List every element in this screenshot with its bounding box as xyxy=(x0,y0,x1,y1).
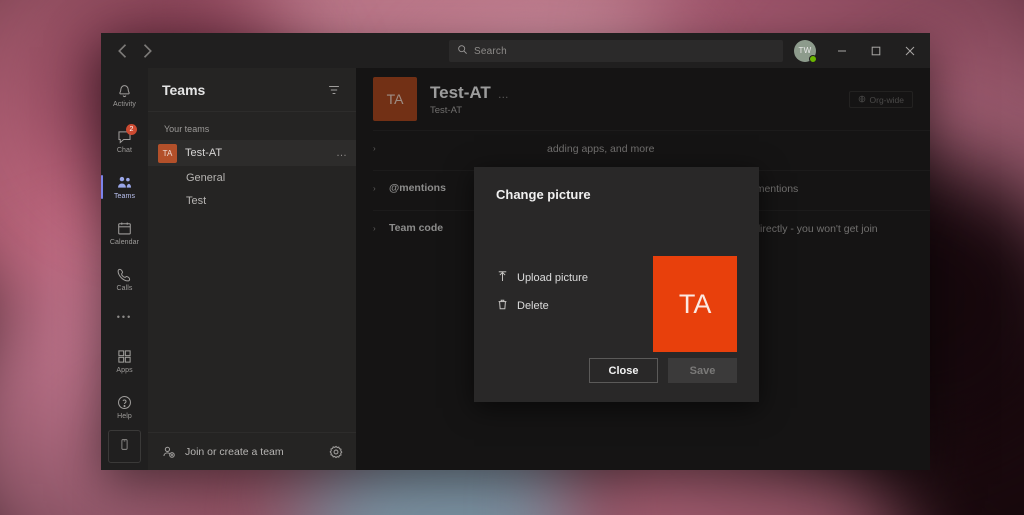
avatar-initials: TW xyxy=(798,46,811,55)
search-placeholder: Search xyxy=(474,46,507,57)
upload-icon xyxy=(496,270,509,286)
minimize-button[interactable] xyxy=(826,33,858,68)
change-picture-dialog: Change picture Upload picture Delete T xyxy=(474,167,759,402)
list-spacer xyxy=(148,212,356,432)
sidebar-item-label: Teams xyxy=(114,193,135,200)
window-controls-group: TW xyxy=(794,33,926,68)
sidebar-item-label: Activity xyxy=(113,101,136,108)
sidebar-item-label: Calendar xyxy=(110,239,139,246)
more-apps-button[interactable]: ••• xyxy=(117,302,132,332)
dialog-footer: Close Save xyxy=(496,352,737,383)
presence-indicator xyxy=(809,55,817,63)
mobile-device-icon xyxy=(118,438,131,456)
sidebar-item-label: Calls xyxy=(116,285,132,292)
join-or-create-team-label: Join or create a team xyxy=(185,446,320,458)
navigation-arrows xyxy=(101,41,169,61)
help-icon xyxy=(116,394,133,411)
save-button[interactable]: Save xyxy=(668,358,737,383)
gear-icon[interactable] xyxy=(329,445,343,459)
bell-icon xyxy=(116,82,133,99)
sidebar-item-calls[interactable]: Calls xyxy=(101,256,148,302)
sidebar-item-label: Apps xyxy=(116,367,132,374)
dialog-body: Upload picture Delete TA xyxy=(496,236,737,352)
delete-picture-button[interactable]: Delete xyxy=(496,292,618,320)
dialog-actions: Upload picture Delete xyxy=(496,236,618,352)
channel-row-general[interactable]: General xyxy=(148,166,356,189)
avatar[interactable]: TW xyxy=(794,40,816,62)
chat-badge: 2 xyxy=(126,124,137,135)
search-icon xyxy=(457,42,468,60)
sidebar-item-label: Help xyxy=(117,413,132,420)
sidebar-item-chat[interactable]: 2 Chat xyxy=(101,118,148,164)
upload-picture-button[interactable]: Upload picture xyxy=(496,264,618,292)
dialog-title: Change picture xyxy=(496,187,737,202)
add-people-icon xyxy=(162,445,176,459)
sidebar-item-teams[interactable]: Teams xyxy=(101,164,148,210)
sidebar-item-activity[interactable]: Activity xyxy=(101,72,148,118)
teams-list-panel: Teams Your teams TA Test-AT … General Te… xyxy=(148,68,356,470)
page-title: Teams xyxy=(162,82,205,98)
teams-icon xyxy=(116,174,133,191)
calendar-icon xyxy=(116,220,133,237)
search-bar[interactable]: Search xyxy=(449,40,783,62)
download-mobile-app-button[interactable] xyxy=(108,430,141,463)
title-bar: Search TW xyxy=(101,33,930,68)
trash-icon xyxy=(496,298,509,314)
close-button[interactable]: Close xyxy=(589,358,658,383)
your-teams-label: Your teams xyxy=(148,112,356,140)
team-name: Test-AT xyxy=(185,147,328,159)
team-row-test-at[interactable]: TA Test-AT … xyxy=(148,140,356,166)
picture-preview: TA xyxy=(653,256,737,352)
team-overflow-icon[interactable]: … xyxy=(336,147,348,159)
app-rail: Activity 2 Chat Teams Calendar xyxy=(101,68,148,470)
team-avatar: TA xyxy=(158,144,177,163)
filter-icon[interactable] xyxy=(327,83,341,97)
teams-list-header: Teams xyxy=(148,68,356,112)
sidebar-item-calendar[interactable]: Calendar xyxy=(101,210,148,256)
close-button[interactable] xyxy=(894,33,926,68)
phone-icon xyxy=(116,266,133,283)
delete-picture-label: Delete xyxy=(517,300,549,312)
channel-row-test[interactable]: Test xyxy=(148,189,356,212)
picture-preview-initials: TA xyxy=(679,289,712,320)
forward-icon[interactable] xyxy=(137,41,157,61)
teams-app-window: Search TW Activity xyxy=(101,33,930,470)
maximize-button[interactable] xyxy=(860,33,892,68)
sidebar-item-label: Chat xyxy=(117,147,132,154)
apps-icon xyxy=(116,348,133,365)
sidebar-item-apps[interactable]: Apps xyxy=(101,338,148,384)
back-icon[interactable] xyxy=(113,41,133,61)
sidebar-item-help[interactable]: Help xyxy=(101,384,148,430)
join-or-create-team-button[interactable]: Join or create a team xyxy=(148,432,356,470)
upload-picture-label: Upload picture xyxy=(517,272,588,284)
